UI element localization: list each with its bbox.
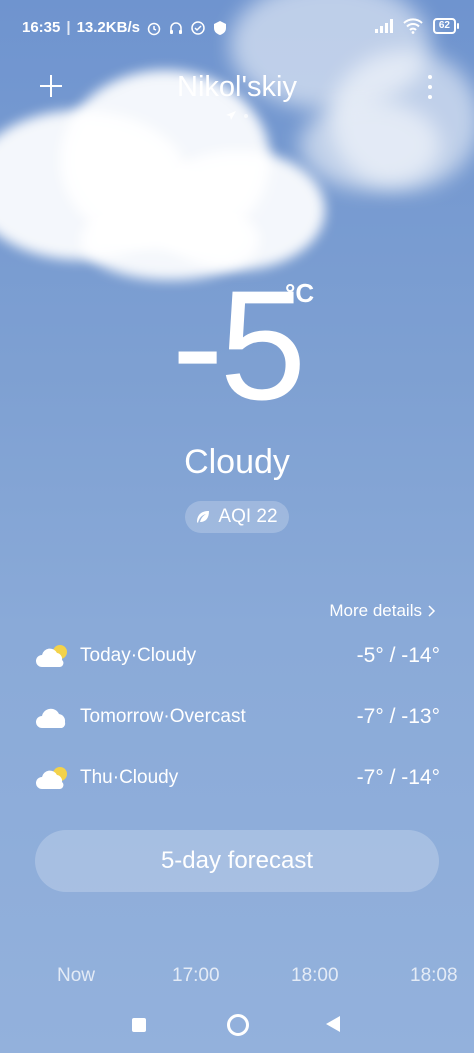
aqi-label: AQI 22	[218, 506, 278, 527]
system-navigation-bar	[0, 1008, 474, 1042]
daily-label: Today·Cloudy	[80, 645, 197, 666]
recents-icon[interactable]	[132, 1018, 146, 1032]
current-temperature: -5	[171, 259, 307, 433]
leaf-icon	[197, 511, 210, 523]
headset-icon	[169, 21, 182, 34]
current-condition: Cloudy	[184, 443, 290, 481]
daily-label: Tomorrow·Overcast	[80, 706, 246, 727]
home-icon[interactable]	[227, 1014, 249, 1036]
wifi-icon	[403, 18, 423, 34]
hour-label: 18:08	[410, 965, 458, 986]
daily-label: Thu·Cloudy	[80, 767, 179, 788]
top-bar: Nikol'skiy	[0, 65, 474, 125]
location-arrow-icon	[226, 111, 236, 120]
more-details-label: More details	[329, 601, 422, 620]
battery-icon: 62	[432, 18, 460, 34]
page-dot	[244, 114, 248, 118]
more-details-link[interactable]: More details	[329, 601, 436, 621]
five-day-forecast-button[interactable]: 5-day forecast	[35, 830, 439, 892]
chevron-right-icon	[428, 605, 436, 617]
partly-cloudy-icon	[36, 645, 67, 667]
status-bar: 16:35 | 13.2KB/s 62	[0, 0, 474, 56]
aqi-badge[interactable]: AQI 22	[185, 501, 289, 533]
status-separator: |	[66, 19, 71, 36]
temperature-unit: °C	[285, 278, 315, 308]
hourly-timeline[interactable]: Now 17:00 18:00 18:08	[0, 965, 474, 991]
signal-icon	[374, 19, 393, 33]
shield-icon	[213, 20, 226, 35]
hour-label: 18:00	[291, 965, 339, 986]
daily-temps: -5° / -14°	[356, 644, 440, 667]
alarm-icon	[147, 22, 161, 35]
city-name[interactable]: Nikol'skiy	[0, 71, 474, 104]
hour-label: Now	[57, 965, 96, 986]
network-speed: 13.2KB/s	[76, 19, 140, 36]
current-temperature-block: -5	[0, 268, 474, 424]
daily-temps: -7° / -13°	[356, 705, 440, 728]
overcast-icon	[36, 708, 66, 728]
status-time: 16:35	[22, 19, 61, 36]
daily-temps: -7° / -14°	[356, 766, 440, 789]
page-indicator	[0, 111, 474, 121]
check-circle-icon	[191, 20, 205, 35]
hour-label: 17:00	[172, 965, 220, 986]
back-icon[interactable]	[326, 1016, 340, 1032]
more-vert-icon[interactable]	[426, 75, 434, 99]
daily-row-today[interactable]: Today·Cloudy -5° / -14°	[36, 636, 440, 676]
daily-row-thursday[interactable]: Thu·Cloudy -7° / -14°	[36, 758, 440, 798]
partly-cloudy-icon	[36, 767, 67, 789]
daily-row-tomorrow[interactable]: Tomorrow·Overcast -7° / -13°	[36, 697, 440, 737]
